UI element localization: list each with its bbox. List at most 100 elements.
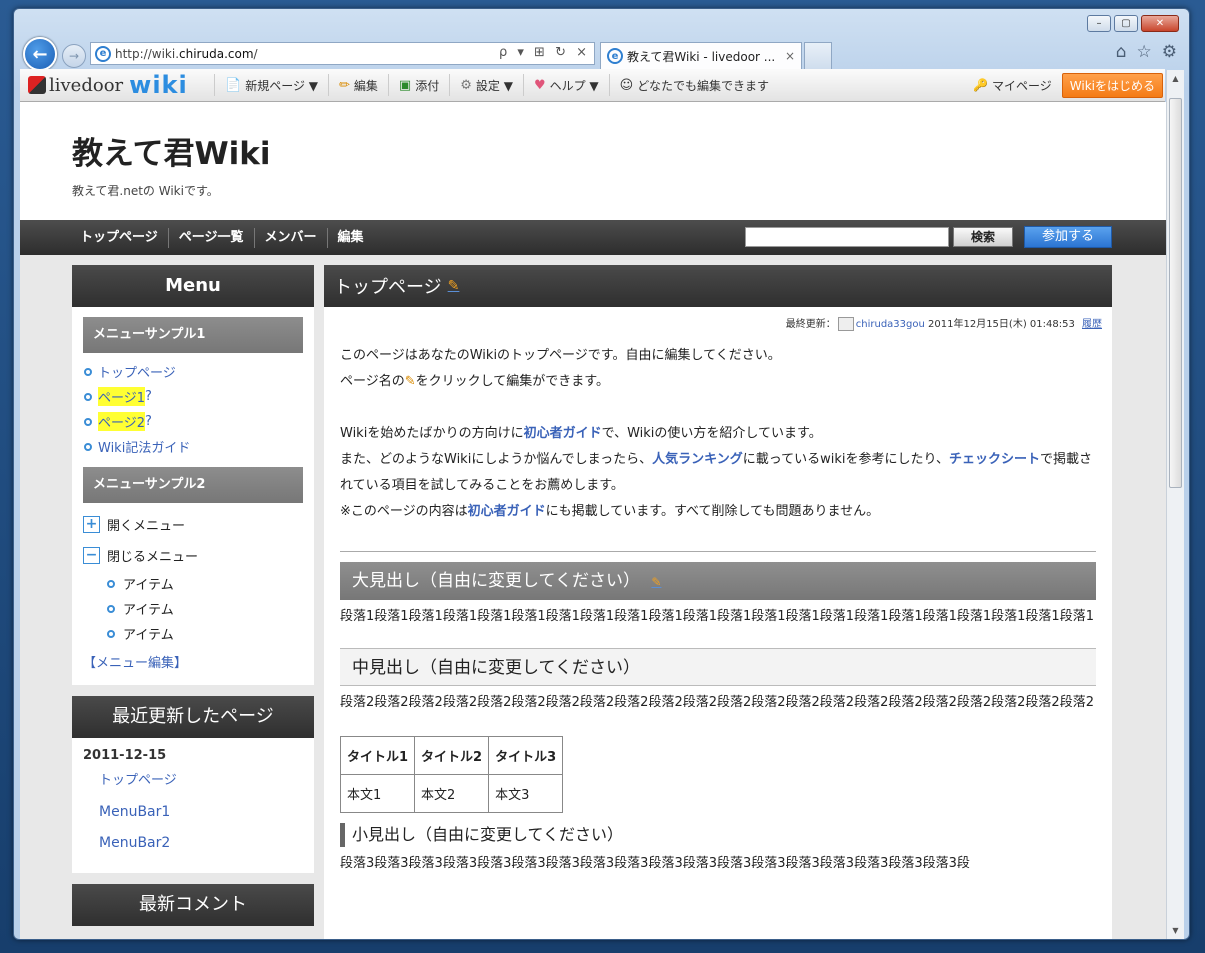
join-button[interactable]: 参加する bbox=[1024, 226, 1112, 248]
forward-button[interactable]: → bbox=[62, 44, 86, 68]
sidebar-item-label: Wiki記法ガイド bbox=[98, 441, 191, 456]
tab-current[interactable]: e 教えて君Wiki - livedoor ... × bbox=[600, 42, 802, 69]
recent-pages-box: 最近更新したページ 2011-12-15 トップページ MenuBar1 Men… bbox=[72, 696, 314, 873]
scrollbar-thumb[interactable] bbox=[1169, 98, 1182, 488]
open-menu-label: 開くメニュー bbox=[107, 519, 186, 534]
beginner-guide-link[interactable]: 初心者ガイド bbox=[524, 426, 602, 441]
last-modified-date: 2011年12月15日(木) 01:48:53 bbox=[928, 319, 1075, 330]
intro-line-3: Wikiを始めたばかりの方向けに初心者ガイドで、Wikiの使い方を紹介しています… bbox=[340, 421, 1096, 447]
recent-link-menubar2[interactable]: MenuBar2 bbox=[83, 828, 303, 859]
nav-page-list[interactable]: ページ一覧 bbox=[167, 227, 254, 248]
sidebar-item-wiki-guide[interactable]: Wiki記法ガイド bbox=[83, 434, 303, 459]
start-wiki-button[interactable]: Wikiをはじめる bbox=[1061, 72, 1163, 98]
main-content: トップページ ✎ 最終更新： chiruda33gou 2011年12月15日(木… bbox=[324, 265, 1112, 939]
menu-edit-link[interactable]: 【メニュー編集】 bbox=[83, 652, 303, 671]
url-host: chiruda.com bbox=[179, 46, 254, 61]
sidebar-item-page1[interactable]: ページ1? bbox=[83, 384, 303, 409]
bullet-icon bbox=[107, 604, 115, 613]
intro-line-3-a: Wikiを始めたばかりの方向けに bbox=[340, 426, 524, 441]
beginner-guide-link-2[interactable]: 初心者ガイド bbox=[468, 504, 546, 519]
sidebar-item-page2[interactable]: ページ2? bbox=[83, 409, 303, 434]
nav-edit[interactable]: 編集 bbox=[326, 227, 374, 248]
toolbar-new-page-label: 新規ページ ▼ bbox=[245, 78, 318, 93]
edit-pencil-icon[interactable]: ✎ bbox=[448, 278, 460, 294]
last-modified-label: 最終更新： bbox=[785, 319, 836, 330]
search-input[interactable] bbox=[745, 227, 949, 247]
address-bar-area: ← → e http://wiki. chiruda.com / ρ ▾ ⊞ ↻ ×… bbox=[20, 37, 1179, 71]
table-header-cell: タイトル3 bbox=[488, 736, 564, 775]
settings-gear-icon: ⚙ bbox=[460, 77, 472, 93]
sidebar-item-top-page[interactable]: トップページ bbox=[83, 359, 303, 384]
site-header: 教えて君Wiki 教えて君.netの Wikiです。 bbox=[20, 102, 1166, 220]
monkey-face-icon: ☺ bbox=[619, 77, 634, 93]
submenu-item-label: アイテム bbox=[123, 578, 174, 593]
url-field[interactable]: e http://wiki. chiruda.com / ρ ▾ ⊞ ↻ × bbox=[90, 42, 595, 65]
nav-top-page[interactable]: トップページ bbox=[20, 228, 168, 248]
search-button[interactable]: 検索 bbox=[953, 227, 1013, 247]
bullet-icon bbox=[107, 579, 115, 588]
submenu-item-label: アイテム bbox=[123, 603, 174, 618]
table-header-cell: タイトル2 bbox=[414, 736, 490, 775]
minimize-button[interactable]: – bbox=[1087, 15, 1111, 32]
window-controls: – ▢ ✕ bbox=[1087, 15, 1179, 32]
url-tools-icons[interactable]: ρ ▾ ⊞ ↻ × bbox=[499, 45, 590, 60]
favorites-star-icon[interactable]: ☆ bbox=[1137, 42, 1152, 62]
open-menu-toggle[interactable]: + 開くメニュー bbox=[83, 509, 303, 540]
menu-heading: Menu bbox=[72, 265, 314, 307]
key-icon: 🔑 bbox=[973, 78, 988, 92]
table-row: タイトル1 タイトル2 タイトル3 bbox=[339, 736, 564, 775]
intro-line-5: ※このページの内容は初心者ガイドにも掲載しています。すべて削除しても問題ありませ… bbox=[340, 499, 1096, 525]
livedoor-wiki-logo[interactable]: livedoor wiki bbox=[20, 71, 214, 99]
arrow-right-icon: → bbox=[68, 49, 80, 63]
bullet-icon bbox=[84, 367, 92, 376]
submenu-item[interactable]: アイテム bbox=[83, 596, 303, 621]
checksheet-link[interactable]: チェックシート bbox=[949, 452, 1040, 467]
recent-date: 2011-12-15 bbox=[83, 748, 167, 763]
paragraph-2: 段落2段落2段落2段落2段落2段落2段落2段落2段落2段落2段落2段落2段落2段… bbox=[340, 695, 1094, 710]
toolbar-attach[interactable]: ▣ 添付 bbox=[387, 74, 449, 96]
ranking-link[interactable]: 人気ランキング bbox=[652, 452, 743, 467]
url-suffix: / bbox=[253, 46, 258, 61]
close-window-button[interactable]: ✕ bbox=[1141, 15, 1179, 32]
recent-link-menubar1[interactable]: MenuBar1 bbox=[83, 797, 303, 828]
new-tab-button[interactable] bbox=[804, 42, 832, 69]
scroll-down-arrow-icon[interactable]: ▼ bbox=[1167, 922, 1184, 939]
plus-icon: + bbox=[83, 516, 100, 533]
edit-pencil-icon[interactable]: ✎ bbox=[651, 575, 661, 589]
recent-link-top-page[interactable]: トップページ bbox=[83, 771, 303, 797]
bullet-icon bbox=[84, 442, 92, 451]
mypage-link[interactable]: 🔑 マイページ bbox=[963, 77, 1062, 94]
intro-line-2-b: をクリックして編集ができます。 bbox=[415, 374, 609, 389]
sample-table: タイトル1 タイトル2 タイトル3 本文1 本文2 本文3 bbox=[339, 736, 564, 813]
scroll-up-arrow-icon[interactable]: ▲ bbox=[1167, 70, 1184, 87]
table-cell: 本文2 bbox=[414, 774, 490, 813]
tab-close-icon[interactable]: × bbox=[785, 49, 795, 63]
logo-livedoor-text: livedoor bbox=[49, 74, 124, 96]
gear-icon[interactable]: ⚙ bbox=[1162, 42, 1177, 62]
history-link[interactable]: 履歴 bbox=[1082, 319, 1102, 330]
menu-sample-1-heading: メニューサンプル1 bbox=[83, 317, 303, 353]
global-nav: トップページ ページ一覧 メンバー 編集 検索 参加する bbox=[20, 220, 1166, 255]
back-button[interactable]: ← bbox=[23, 37, 57, 71]
toolbar-edit-permission[interactable]: ☺ どなたでも編集できます bbox=[608, 74, 779, 96]
small-heading: 小見出し（自由に変更してください） bbox=[340, 823, 1096, 847]
site-title[interactable]: 教えて君Wiki bbox=[72, 128, 271, 173]
maximize-button[interactable]: ▢ bbox=[1114, 15, 1138, 32]
home-icon[interactable]: ⌂ bbox=[1116, 42, 1127, 62]
close-menu-toggle[interactable]: − 閉じるメニュー bbox=[83, 540, 303, 571]
toolbar-help[interactable]: ♥ ヘルプ ▼ bbox=[522, 74, 609, 96]
bullet-icon bbox=[107, 629, 115, 638]
toolbar-new-page[interactable]: 📄 新規ページ ▼ bbox=[214, 74, 328, 96]
submenu-item[interactable]: アイテム bbox=[83, 621, 303, 646]
vertical-scrollbar[interactable]: ▲ ▼ bbox=[1166, 70, 1184, 939]
avatar bbox=[837, 317, 854, 331]
submenu-item-label: アイテム bbox=[123, 628, 174, 643]
site-subtitle: 教えて君.netの Wikiです。 bbox=[72, 184, 219, 198]
last-modified-user[interactable]: chiruda33gou bbox=[856, 319, 925, 330]
toolbar-settings[interactable]: ⚙ 設定 ▼ bbox=[449, 74, 523, 96]
toolbar-edit[interactable]: ✏ 編集 bbox=[328, 74, 388, 96]
paragraph-1: 段落1段落1段落1段落1段落1段落1段落1段落1段落1段落1段落1段落1段落1段… bbox=[340, 609, 1094, 624]
submenu-item[interactable]: アイテム bbox=[83, 571, 303, 596]
nav-members[interactable]: メンバー bbox=[253, 227, 327, 248]
toolbar-help-label: ヘルプ ▼ bbox=[549, 78, 599, 93]
